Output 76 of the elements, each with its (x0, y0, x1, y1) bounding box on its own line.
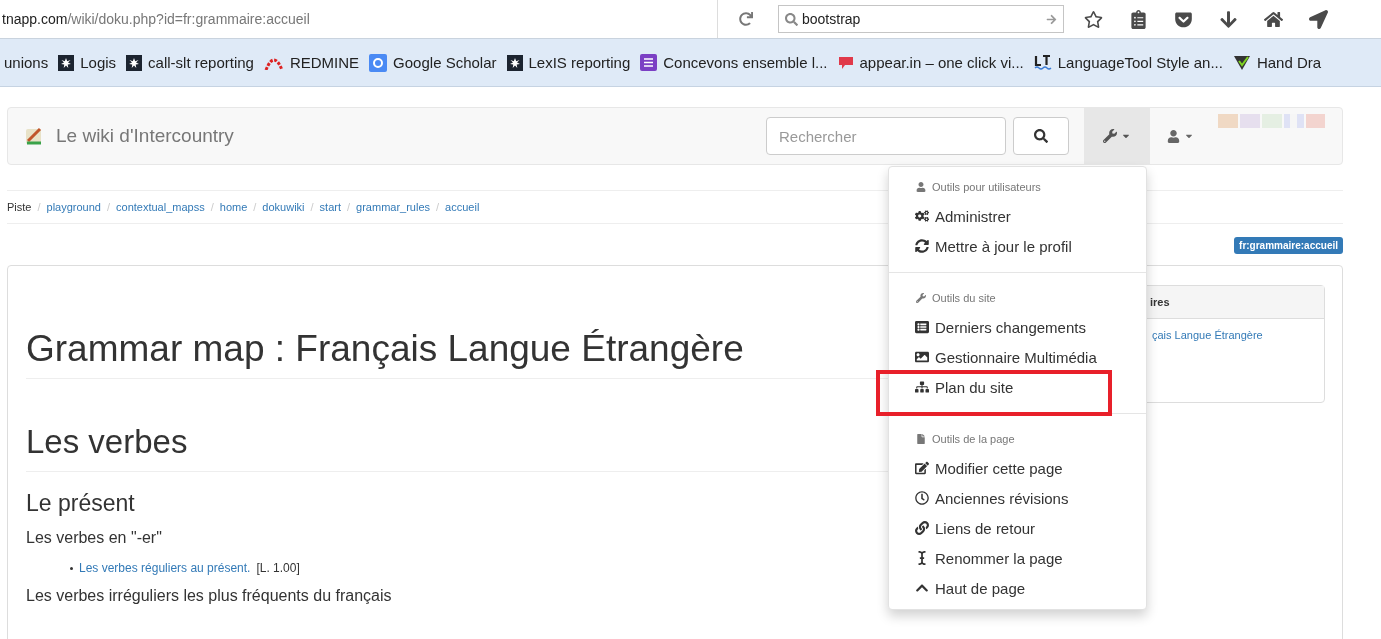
bookmark-link[interactable]: Google Scholar (369, 53, 497, 72)
bookmark-link[interactable]: Concevons ensemble l... (640, 54, 828, 71)
breadcrumb-separator: / (253, 201, 257, 213)
send-icon[interactable] (1309, 9, 1328, 29)
bookmark-link[interactable]: call-slt reporting (126, 54, 254, 71)
user-icon (1166, 129, 1180, 143)
wiki-title-link[interactable]: Le wiki d'Intercountry (24, 125, 234, 147)
search-button[interactable] (1013, 117, 1069, 155)
browser-search-field[interactable]: bootstrap (778, 5, 1064, 33)
level-note: [L. 1.00] (256, 561, 300, 575)
wrench-icon (1103, 129, 1117, 143)
menu-item[interactable]: Haut de page (889, 573, 1146, 603)
breadcrumb-link[interactable]: grammar_rules (356, 201, 431, 213)
bookmark-link[interactable]: REDMINE (263, 54, 360, 71)
image-icon (915, 350, 929, 364)
menu-item[interactable]: Anciennes révisions (889, 483, 1146, 513)
star-square-icon (506, 54, 523, 71)
breadcrumb-separator: / (106, 201, 111, 213)
bookmark-link[interactable]: unions (4, 54, 49, 71)
link-icon (915, 521, 929, 535)
breadcrumb-separator: / (37, 201, 41, 213)
search-icon (1034, 129, 1048, 143)
list-icon (640, 54, 658, 71)
bookmark-link[interactable]: LexIS reporting (506, 54, 631, 71)
reload-icon (739, 12, 753, 26)
breadcrumb-separator: / (310, 201, 314, 213)
edit-icon (915, 461, 929, 475)
search-field[interactable]: Rechercher (766, 117, 1006, 155)
breadcrumb-link[interactable]: home (219, 201, 248, 213)
file-icon (916, 434, 926, 444)
clock-icon (915, 491, 929, 505)
download-icon[interactable] (1219, 9, 1238, 29)
lt-icon (1033, 54, 1052, 71)
panel-link[interactable]: çais Langue Étrangère (1152, 329, 1263, 341)
gears-icon (915, 209, 929, 223)
pocket-icon[interactable] (1174, 9, 1193, 29)
menu-section-header: Outils pour utilisateurs (889, 173, 1146, 201)
speech-bubble-icon (837, 55, 854, 70)
subsection-heading: Le présent (26, 490, 135, 517)
check-flag-icon (1232, 54, 1251, 71)
sitemap-icon (915, 380, 929, 394)
paragraph: Les verbes irréguliers les plus fréquents du français (26, 587, 392, 605)
bullet (70, 566, 73, 570)
go-arrow-icon (1046, 13, 1057, 25)
breadcrumb-separator: / (436, 201, 440, 213)
star-square-icon (126, 54, 143, 71)
user-icon (916, 182, 926, 192)
home-icon[interactable] (1264, 9, 1283, 29)
paragraph: Les verbes en "-er" (26, 529, 162, 547)
tools-dropdown-toggle[interactable] (1084, 108, 1150, 164)
bookmark-link[interactable]: Logis (58, 54, 117, 71)
breadcrumb-link[interactable]: dokuwiki (262, 201, 305, 213)
star-square-icon (58, 54, 75, 71)
content-link[interactable]: Les verbes réguliers au présent. (79, 561, 251, 575)
breadcrumb-separator: / (347, 201, 351, 213)
bookmark-link[interactable]: Hand Dra (1232, 54, 1322, 71)
breadcrumb-link[interactable]: accueil (445, 201, 480, 213)
menu-item[interactable]: Mettre à jour le profil (889, 231, 1146, 261)
breadcrumb-link[interactable]: playground (46, 201, 101, 213)
breadcrumb-separator: / (210, 201, 214, 213)
star-icon[interactable] (1084, 9, 1103, 29)
menu-item[interactable]: Administrer (889, 201, 1146, 231)
breadcrumb-link[interactable]: start (319, 201, 341, 213)
wrench-icon (916, 293, 926, 303)
bookmark-link[interactable]: appear.in – one click vi... (837, 54, 1024, 71)
search-icon (785, 12, 798, 26)
list-icon (915, 320, 929, 334)
menu-item[interactable]: Renommer la page (889, 543, 1146, 573)
bookmark-link[interactable]: LanguageTool Style an... (1033, 54, 1223, 71)
refresh-icon (915, 239, 929, 253)
menu-item[interactable]: Liens de retour (889, 513, 1146, 543)
breadcrumb-link[interactable]: contextual_mapss (116, 201, 205, 213)
page-id-badge: fr:grammaire:accueil (1234, 237, 1343, 254)
breadcrumb-label: Piste (7, 201, 32, 213)
scholar-icon (369, 53, 388, 72)
reading-list-icon[interactable] (1129, 9, 1148, 29)
